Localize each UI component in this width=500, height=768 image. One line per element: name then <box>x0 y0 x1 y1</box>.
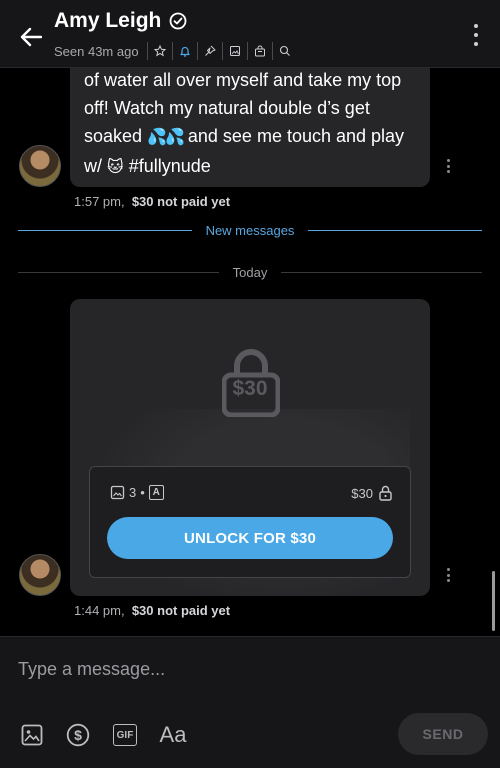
media-info: 3 • A <box>110 485 164 500</box>
verified-icon <box>169 12 187 30</box>
separator-dot: • <box>140 485 145 500</box>
image-icon[interactable] <box>221 42 244 60</box>
message-meta: 1:44 pm, $30 not paid yet <box>74 603 230 618</box>
message-text: of water all over myself and take my top… <box>84 68 416 182</box>
price-button[interactable]: $ <box>66 721 90 749</box>
new-messages-divider: New messages <box>18 223 482 238</box>
chat-header: Amy Leigh Seen 43m ago <box>0 0 500 68</box>
bag-icon[interactable] <box>246 42 269 60</box>
message-options-icon[interactable] <box>444 568 452 582</box>
message-bubble[interactable]: of water all over myself and take my top… <box>70 68 430 187</box>
gif-button[interactable]: GIF <box>112 721 138 749</box>
message-list[interactable]: of water all over myself and take my top… <box>0 68 500 636</box>
gif-icon: GIF <box>113 724 137 746</box>
avatar[interactable] <box>19 554 61 596</box>
search-icon[interactable] <box>271 42 294 60</box>
dollar-icon: $ <box>66 723 90 747</box>
message-time: 1:44 pm, <box>74 603 125 618</box>
attach-media-button[interactable] <box>20 721 44 749</box>
message-options-icon[interactable] <box>444 159 452 173</box>
message-time: 1:57 pm, <box>74 194 125 209</box>
scrollbar[interactable] <box>492 571 495 631</box>
payment-status: $30 not paid yet <box>131 194 231 209</box>
message-input[interactable]: Type a message... <box>18 659 165 680</box>
contact-name[interactable]: Amy Leigh <box>54 9 161 33</box>
date-divider: Today <box>18 265 483 280</box>
media-price: $30 <box>351 485 392 501</box>
arrow-left-icon <box>20 27 42 47</box>
send-button[interactable]: SEND <box>398 713 488 755</box>
image-icon <box>110 485 125 500</box>
unlock-button[interactable]: UNLOCK FOR $30 <box>107 517 393 559</box>
media-count: 3 <box>129 485 137 500</box>
text-format-button[interactable]: Aa <box>158 721 188 749</box>
locked-price-badge: $30 <box>232 377 268 400</box>
payment-status: $30 not paid yet <box>131 603 231 618</box>
sweat-drops-emoji: 💦💦 <box>147 129 185 146</box>
image-icon <box>21 724 43 746</box>
locked-media-message[interactable]: $30 3 • A $30 UNLOCK FOR $30 <box>70 299 430 596</box>
last-seen: Seen 43m ago <box>54 43 139 59</box>
svg-text:$: $ <box>74 727 82 743</box>
message-composer: Type a message... $ GIF Aa SEND <box>0 636 500 768</box>
unlock-panel: 3 • A $30 UNLOCK FOR $30 <box>89 466 411 578</box>
text-attachment-icon: A <box>148 485 164 500</box>
back-button[interactable] <box>14 20 48 54</box>
cat-emoji: 🐱 <box>107 159 124 176</box>
star-icon[interactable] <box>146 42 169 60</box>
lock-small-icon <box>379 485 392 501</box>
avatar[interactable] <box>19 145 61 187</box>
message-meta: 1:57 pm, $30 not paid yet <box>74 194 230 209</box>
bell-icon[interactable] <box>171 42 194 60</box>
more-options-icon[interactable] <box>472 24 480 46</box>
pin-icon[interactable] <box>196 42 219 60</box>
